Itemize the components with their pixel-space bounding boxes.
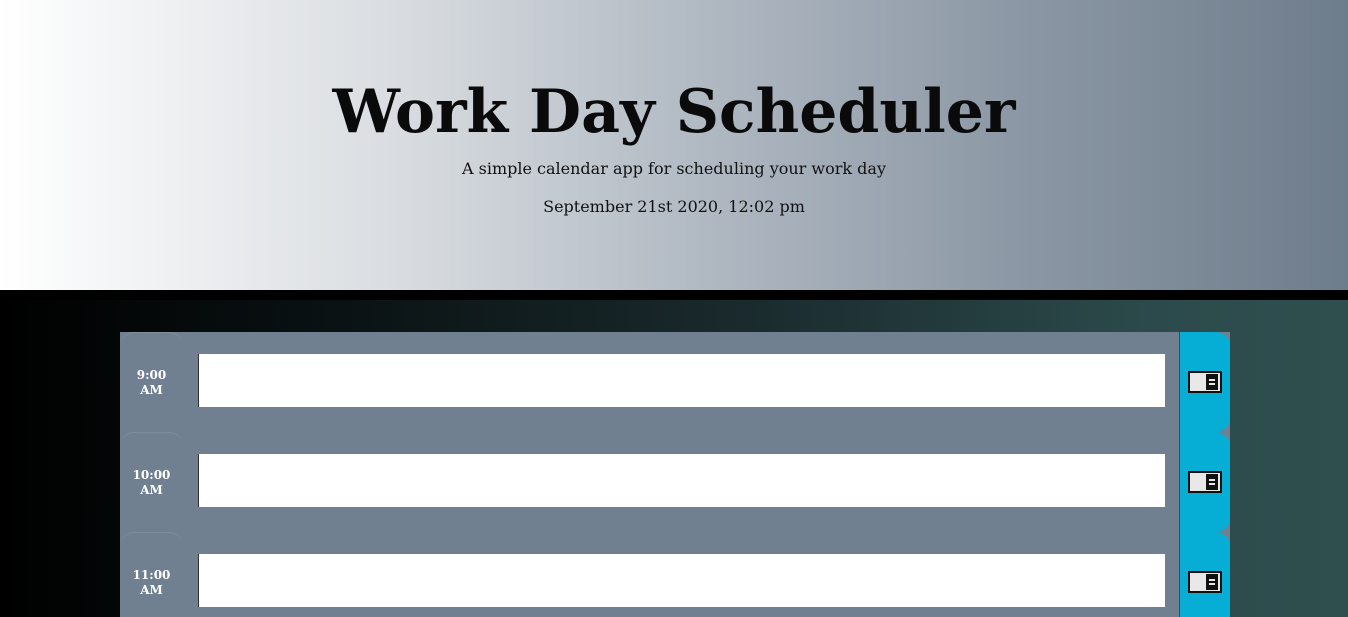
save-button[interactable]	[1179, 332, 1230, 432]
page-subtitle: A simple calendar app for scheduling you…	[461, 159, 886, 178]
save-icon	[1188, 371, 1222, 393]
current-day: September 21st 2020, 12:02 pm	[543, 197, 805, 216]
hour-period: AM	[140, 382, 163, 397]
header-jumbotron: Work Day Scheduler A simple calendar app…	[0, 0, 1348, 290]
hour-label: 9:00 AM	[120, 332, 183, 432]
time-block-list: 9:00 AM 10:00 AM 11:00 AM	[120, 332, 1230, 617]
time-block-row: 10:00 AM	[120, 432, 1230, 532]
scheduler-page: Work Day Scheduler A simple calendar app…	[0, 0, 1348, 617]
time-block-row: 9:00 AM	[120, 332, 1230, 432]
save-icon	[1188, 471, 1222, 493]
save-icon	[1188, 571, 1222, 593]
hour-label: 10:00 AM	[120, 432, 183, 532]
task-textarea[interactable]	[198, 454, 1165, 507]
hour-label: 11:00 AM	[120, 532, 183, 617]
task-textarea[interactable]	[198, 354, 1165, 407]
hour-time: 10:00	[132, 467, 171, 482]
task-textarea[interactable]	[198, 554, 1165, 607]
hour-period: AM	[140, 582, 163, 597]
hour-period: AM	[140, 482, 163, 497]
save-button[interactable]	[1179, 432, 1230, 532]
hour-time: 11:00	[132, 567, 171, 582]
save-button[interactable]	[1179, 532, 1230, 617]
time-block-row: 11:00 AM	[120, 532, 1230, 617]
page-title: Work Day Scheduler	[332, 77, 1016, 147]
hour-time: 9:00	[136, 367, 167, 382]
header-divider	[0, 290, 1348, 300]
